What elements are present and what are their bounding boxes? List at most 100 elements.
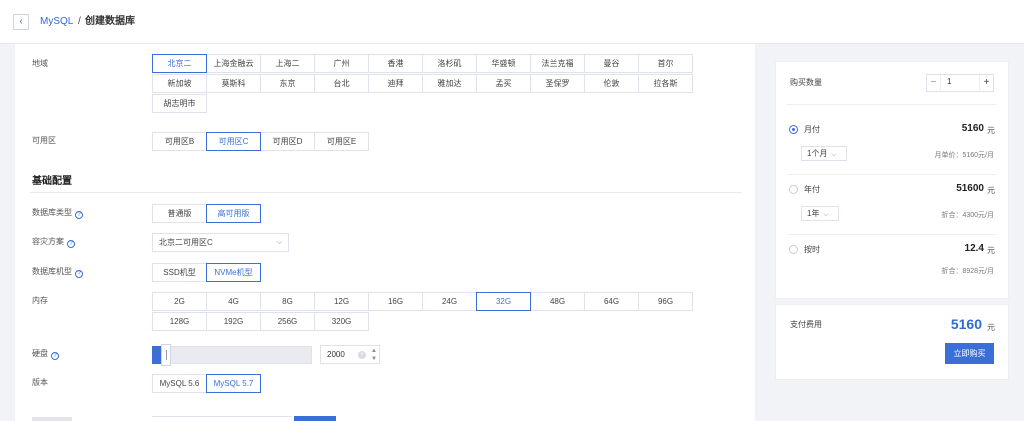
region-option[interactable]: 洛杉矶	[422, 54, 477, 73]
plus-icon[interactable]: +	[979, 75, 993, 91]
clear-icon[interactable]: ×	[358, 351, 366, 359]
region-option[interactable]: 胡志明市	[152, 94, 207, 113]
help-icon[interactable]: ?	[51, 352, 59, 360]
region-option[interactable]: 北京二	[152, 54, 207, 73]
memory-option[interactable]: 4G	[206, 292, 261, 311]
region-option[interactable]: 上海金融云	[206, 54, 261, 73]
region-option[interactable]: 广州	[314, 54, 369, 73]
version-option[interactable]: MySQL 5.7	[206, 374, 261, 393]
monthly-unit: 元	[987, 126, 995, 135]
region-option[interactable]: 曼谷	[584, 54, 639, 73]
region-option[interactable]: 伦敦	[584, 74, 639, 93]
disk-label-text: 硬盘	[32, 349, 48, 358]
qty-stepper[interactable]: − 1 +	[926, 74, 994, 92]
memory-option[interactable]: 24G	[422, 292, 477, 311]
divider	[787, 234, 996, 235]
memory-option[interactable]: 8G	[260, 292, 315, 311]
region-option[interactable]: 东京	[260, 74, 315, 93]
zone-option[interactable]: 可用区E	[314, 132, 369, 151]
yearly-unit: 元	[987, 186, 995, 195]
region-option[interactable]: 法兰克福	[530, 54, 585, 73]
qty-label: 购买数量	[790, 78, 822, 87]
chevron-down-icon: ⌵	[823, 212, 829, 218]
yearly-period-value: 1年	[807, 209, 820, 218]
dr-label-text: 容灾方案	[32, 237, 64, 246]
disk-slider-track[interactable]	[152, 346, 312, 364]
next-field-input[interactable]	[152, 416, 292, 421]
pay-label: 支付费用	[790, 320, 822, 329]
disk-label: 硬盘?	[32, 348, 59, 360]
memory-option[interactable]: 12G	[314, 292, 369, 311]
divider	[787, 104, 996, 105]
version-option[interactable]: MySQL 5.6	[152, 374, 207, 393]
caret-up-icon[interactable]: ▲	[371, 348, 377, 355]
buy-now-button[interactable]: 立即购买	[945, 343, 994, 364]
memory-option[interactable]: 48G	[530, 292, 585, 311]
back-button[interactable]: ‹	[13, 14, 29, 30]
region-option[interactable]: 华盛顿	[476, 54, 531, 73]
zone-option[interactable]: 可用区D	[260, 132, 315, 151]
chevron-down-icon: ⌵	[276, 239, 282, 246]
memory-option[interactable]: 32G	[476, 292, 531, 311]
region-option[interactable]: 香港	[368, 54, 423, 73]
region-option[interactable]: 迪拜	[368, 74, 423, 93]
disk-size-input[interactable]: 2000 × ▲ ▼	[320, 345, 380, 364]
dr-label: 容灾方案?	[32, 236, 75, 248]
dr-select-value: 北京二可用区C	[159, 238, 213, 247]
region-option[interactable]: 雅加达	[422, 74, 477, 93]
hourly-price: 12.4	[964, 243, 984, 254]
yearly-subtext: 折合：4300元/月	[941, 212, 994, 219]
machine-label-text: 数据库机型	[32, 267, 72, 276]
help-icon[interactable]: ?	[75, 211, 83, 219]
pay-unit: 元	[987, 323, 995, 332]
region-option[interactable]: 拉各斯	[638, 74, 693, 93]
hourly-label: 按时	[804, 245, 820, 254]
dr-select[interactable]: 北京二可用区C ⌵	[152, 233, 289, 252]
zone-option[interactable]: 可用区C	[206, 132, 261, 151]
disk-slider-fill	[152, 346, 161, 364]
minus-icon[interactable]: −	[927, 75, 941, 91]
memory-option[interactable]: 192G	[206, 312, 261, 331]
memory-option[interactable]: 16G	[368, 292, 423, 311]
divider	[787, 174, 996, 175]
monthly-period-select[interactable]: 1个月 ⌵	[801, 146, 847, 161]
memory-option[interactable]: 96G	[638, 292, 693, 311]
dbtype-label: 数据库类型?	[32, 207, 83, 219]
region-option[interactable]: 台北	[314, 74, 369, 93]
region-option[interactable]: 上海二	[260, 54, 315, 73]
dbtype-option[interactable]: 高可用版	[206, 204, 261, 223]
breadcrumb-mysql-link[interactable]: MySQL	[40, 15, 73, 29]
yearly-period-select[interactable]: 1年 ⌵	[801, 206, 839, 221]
memory-option[interactable]: 256G	[260, 312, 315, 331]
basic-config-title: 基础配置	[32, 176, 72, 187]
breadcrumb-separator: /	[78, 16, 81, 27]
region-option[interactable]: 圣保罗	[530, 74, 585, 93]
next-field-label	[32, 417, 72, 421]
machine-option[interactable]: SSD机型	[152, 263, 207, 282]
memory-option[interactable]: 2G	[152, 292, 207, 311]
memory-label: 内存	[32, 296, 48, 305]
version-label: 版本	[32, 378, 48, 387]
disk-slider-handle[interactable]	[161, 344, 171, 366]
yearly-radio[interactable]	[789, 185, 798, 194]
region-option[interactable]: 孟买	[476, 74, 531, 93]
caret-down-icon[interactable]: ▼	[371, 356, 377, 363]
memory-option[interactable]: 320G	[314, 312, 369, 331]
help-icon[interactable]: ?	[67, 240, 75, 248]
dbtype-option[interactable]: 普通版	[152, 204, 207, 223]
monthly-radio[interactable]	[789, 125, 798, 134]
memory-option[interactable]: 128G	[152, 312, 207, 331]
help-icon[interactable]: ?	[75, 270, 83, 278]
zone-option[interactable]: 可用区B	[152, 132, 207, 151]
hourly-unit: 元	[987, 246, 995, 255]
memory-option[interactable]: 64G	[584, 292, 639, 311]
yearly-label: 年付	[804, 185, 820, 194]
config-form: 地域 北京二 上海金融云 上海二 广州 香港 洛杉矶 华盛顿 法兰克福 曼谷 首尔 新加坡 莫斯科 东京…	[15, 44, 755, 421]
region-option[interactable]: 莫斯科	[206, 74, 261, 93]
machine-option[interactable]: NVMe机型	[206, 263, 261, 282]
hourly-radio[interactable]	[789, 245, 798, 254]
region-option[interactable]: 首尔	[638, 54, 693, 73]
pay-price: 5160	[950, 316, 982, 332]
next-field-button[interactable]	[294, 416, 336, 421]
region-option[interactable]: 新加坡	[152, 74, 207, 93]
